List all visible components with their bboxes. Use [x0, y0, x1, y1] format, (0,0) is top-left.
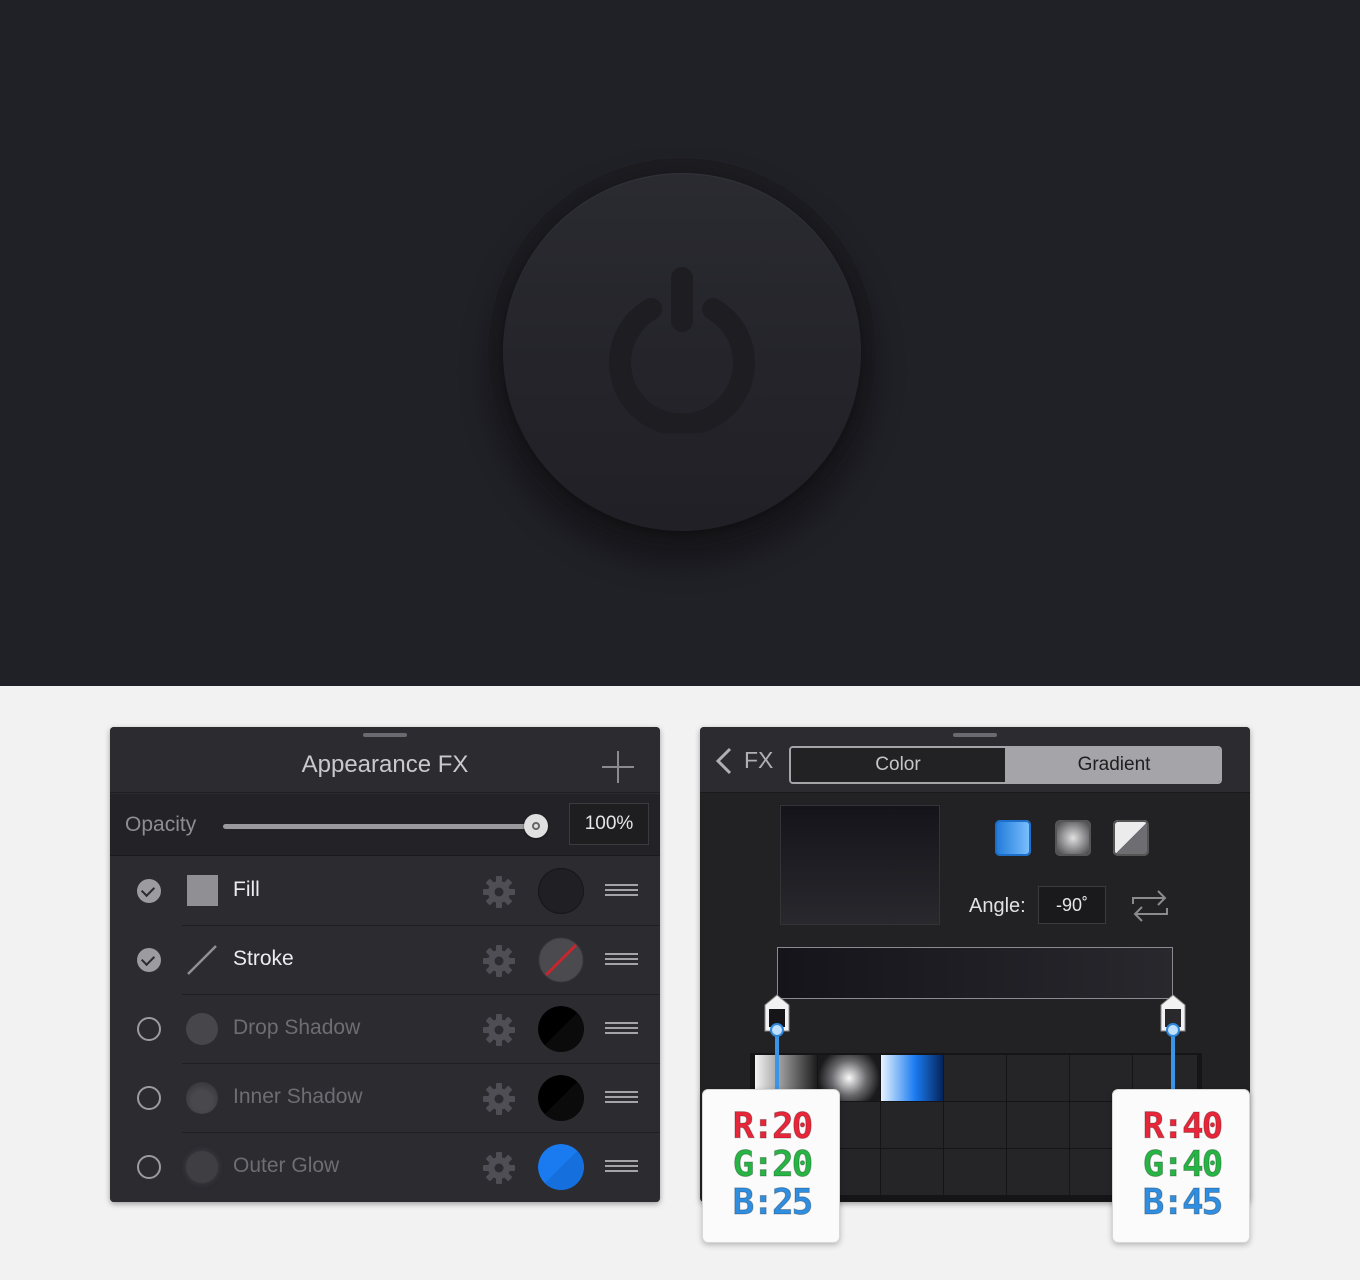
artboard-canvas [0, 0, 1360, 686]
blue-value: B:25 [732, 1182, 814, 1223]
power-button-face [503, 173, 861, 531]
preset-blue[interactable] [881, 1055, 943, 1101]
gradient-bar[interactable] [777, 947, 1173, 999]
add-effect-icon[interactable] [602, 751, 634, 783]
radial-gradient-icon[interactable] [1055, 820, 1091, 856]
effect-label: Stroke [233, 947, 294, 970]
inner-shadow-enabled-checkbox[interactable] [137, 1086, 161, 1110]
effect-row-fill[interactable]: Fill [110, 857, 660, 926]
stroke-enabled-checkbox[interactable] [137, 948, 161, 972]
effect-label: Fill [233, 878, 260, 901]
opacity-label: Opacity [125, 813, 197, 836]
appearance-fx-panel: Appearance FX Opacity 100% Fill Stroke D… [110, 727, 660, 1202]
panel-grab-handle[interactable] [363, 733, 407, 737]
effect-row-stroke[interactable]: Stroke [110, 926, 660, 995]
reorder-handle-icon[interactable] [605, 953, 638, 967]
stop-leader-dot [1166, 1023, 1180, 1037]
power-icon [609, 267, 755, 433]
stop-color-callout-left: R:20 G:20 B:25 [702, 1089, 840, 1243]
stop-color-callout-right: R:40 G:40 B:45 [1112, 1089, 1250, 1243]
preset-empty[interactable] [944, 1102, 1006, 1148]
opacity-value-field[interactable]: 100% [569, 803, 649, 845]
inner-shadow-icon [186, 1082, 218, 1114]
effect-label: Inner Shadow [233, 1085, 363, 1108]
effect-label: Drop Shadow [233, 1016, 361, 1039]
preset-empty[interactable] [1007, 1102, 1069, 1148]
stop-leader-line [1171, 1030, 1175, 1092]
effect-row-drop-shadow[interactable]: Drop Shadow [110, 995, 660, 1064]
fill-enabled-checkbox[interactable] [137, 879, 161, 903]
gear-icon[interactable] [482, 944, 516, 978]
effect-row-outer-glow[interactable]: Outer Glow [110, 1133, 660, 1202]
stop-leader-dot [770, 1023, 784, 1037]
opacity-row: Opacity 100% [110, 794, 660, 856]
gear-icon[interactable] [482, 1013, 516, 1047]
reorder-handle-icon[interactable] [605, 884, 638, 898]
preset-empty[interactable] [944, 1055, 1006, 1101]
outer-glow-color-swatch[interactable] [538, 1144, 584, 1190]
linear-gradient-icon[interactable] [995, 820, 1031, 856]
panel-grab-handle[interactable] [953, 733, 997, 737]
reorder-handle-icon[interactable] [605, 1022, 638, 1036]
preset-empty[interactable] [1007, 1149, 1069, 1195]
opacity-slider-thumb[interactable] [524, 814, 548, 838]
green-value: G:40 [1142, 1144, 1224, 1185]
drop-shadow-enabled-checkbox[interactable] [137, 1017, 161, 1041]
power-button[interactable] [488, 158, 876, 546]
blue-value: B:45 [1142, 1182, 1224, 1223]
back-chevron-icon[interactable] [714, 747, 734, 775]
effect-label: Outer Glow [233, 1154, 340, 1177]
square-fill-icon [187, 875, 218, 906]
reorder-handle-icon[interactable] [605, 1160, 638, 1174]
panel-title: Appearance FX [301, 751, 469, 778]
stop-leader-line [775, 1030, 779, 1092]
drop-shadow-icon [186, 1013, 218, 1045]
reverse-gradient-icon[interactable] [1130, 888, 1170, 924]
red-value: R:20 [732, 1106, 814, 1147]
stroke-color-swatch[interactable] [538, 937, 584, 983]
conical-gradient-icon[interactable] [1113, 820, 1149, 856]
drop-shadow-color-swatch[interactable] [538, 1006, 584, 1052]
preset-empty[interactable] [944, 1149, 1006, 1195]
angle-field[interactable]: -90˚ [1038, 886, 1106, 924]
gear-icon[interactable] [482, 875, 516, 909]
gear-icon[interactable] [482, 1151, 516, 1185]
tab-gradient[interactable]: Gradient [1006, 748, 1220, 782]
green-value: G:20 [732, 1144, 814, 1185]
panel-header: Appearance FX [110, 727, 660, 793]
angle-label: Angle: [969, 895, 1026, 917]
effect-row-inner-shadow[interactable]: Inner Shadow [110, 1064, 660, 1133]
outer-glow-enabled-checkbox[interactable] [137, 1155, 161, 1179]
back-label[interactable]: FX [744, 747, 773, 774]
red-value: R:40 [1142, 1106, 1224, 1147]
inner-shadow-color-swatch[interactable] [538, 1075, 584, 1121]
fill-color-swatch[interactable] [538, 868, 584, 914]
tab-color[interactable]: Color [791, 748, 1006, 782]
preset-empty[interactable] [1007, 1055, 1069, 1101]
reorder-handle-icon[interactable] [605, 1091, 638, 1105]
outer-glow-icon [186, 1151, 218, 1183]
opacity-slider-track[interactable] [223, 824, 537, 829]
stroke-line-icon [187, 945, 217, 975]
gradient-panel-header: FX Color Gradient [700, 727, 1250, 793]
gradient-preview [780, 805, 940, 925]
gear-icon[interactable] [482, 1082, 516, 1116]
preset-empty[interactable] [881, 1149, 943, 1195]
color-gradient-segmented-control: Color Gradient [789, 746, 1222, 784]
preset-empty[interactable] [881, 1102, 943, 1148]
